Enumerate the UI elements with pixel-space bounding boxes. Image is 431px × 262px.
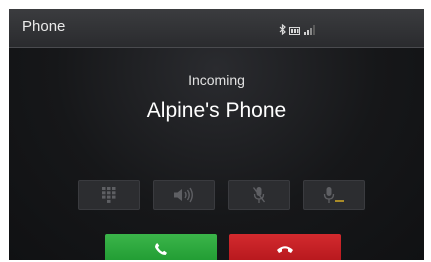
call-status: Incoming — [188, 72, 245, 88]
app-title: Phone — [22, 18, 66, 35]
battery-icon — [289, 27, 300, 35]
decline-call-button[interactable] — [229, 234, 341, 260]
caller-name: Alpine's Phone — [146, 99, 287, 122]
status-icons — [279, 23, 316, 35]
phone-hangup-icon — [277, 246, 293, 253]
keypad-icon — [102, 187, 116, 203]
mic-volume-button[interactable] — [303, 180, 365, 210]
phone-screen: Phone Incoming Alpine's Phone — [9, 9, 424, 260]
mute-button[interactable] — [228, 180, 290, 210]
status-bar: Phone — [9, 9, 424, 48]
accept-call-button[interactable] — [105, 234, 217, 260]
bluetooth-icon — [279, 24, 286, 35]
phone-answer-icon — [155, 243, 167, 255]
call-area: Incoming Alpine's Phone — [9, 48, 424, 260]
mute-microphone-icon — [252, 187, 266, 203]
signal-strength-icon — [304, 25, 315, 35]
speaker-button[interactable] — [153, 180, 215, 210]
speaker-icon — [174, 187, 193, 203]
keypad-button[interactable] — [78, 180, 140, 210]
microphone-volume-icon — [323, 187, 344, 203]
